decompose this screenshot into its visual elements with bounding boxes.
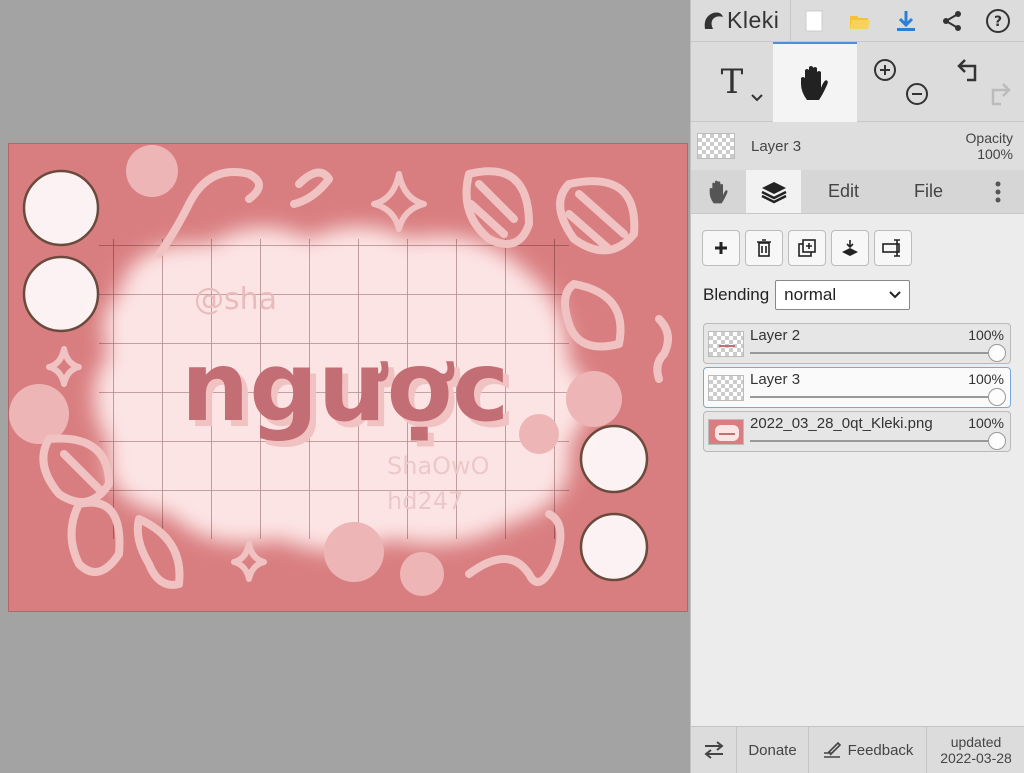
svg-text:?: ?: [994, 14, 1002, 30]
hand-icon: [801, 66, 828, 100]
artwork-canvas[interactable]: @sha ShaOwO hd247 ngược ngược: [8, 143, 688, 612]
layers-panel: Blending normal Layer 2 100% Layer 3 100…: [691, 214, 1024, 726]
updated-label: updated: [950, 734, 1002, 750]
tab-more[interactable]: [971, 170, 1024, 213]
kleki-logo[interactable]: Kleki: [691, 0, 791, 42]
rename-icon: [882, 239, 900, 257]
layer-opacity: 100%: [968, 327, 1004, 343]
new-file-icon: [805, 10, 823, 31]
layer-name: Layer 2: [750, 327, 801, 344]
open-file-button[interactable]: [837, 0, 883, 42]
undo-redo-controls: [941, 42, 1024, 122]
tab-file[interactable]: File: [886, 170, 971, 213]
zoom-icons[interactable]: [869, 52, 929, 112]
watermark-sha: @sha: [194, 282, 277, 317]
feedback-icon: [823, 741, 841, 758]
top-bar: Kleki ?: [691, 0, 1024, 42]
watermark-hd247: hd247: [387, 487, 463, 515]
swap-sides-button[interactable]: [691, 727, 737, 773]
layer-opacity-track: [750, 396, 1002, 398]
download-icon: [897, 10, 915, 31]
tab-hand[interactable]: [691, 170, 746, 213]
delete-layer-button[interactable]: [745, 230, 783, 266]
layer-thumbnail: [708, 419, 744, 445]
layer-opacity-track: [750, 440, 1002, 442]
kleki-logo-icon: [704, 12, 723, 29]
chevron-down-icon: [889, 291, 901, 299]
download-button[interactable]: [883, 0, 929, 42]
layer-thumbnail: [708, 375, 744, 401]
panel-tabs: Edit File: [691, 170, 1024, 214]
hand-tool-button[interactable]: [773, 42, 857, 122]
layer-toolbar: [702, 230, 912, 266]
donate-link[interactable]: Donate: [737, 727, 809, 773]
duplicate-icon: [798, 239, 816, 257]
blending-value: normal: [784, 285, 837, 304]
opacity-value: 100%: [977, 146, 1013, 162]
layer-list: Layer 2 100% Layer 3 100% 2022_03_28_0qt…: [703, 323, 1011, 455]
help-icon: ?: [986, 8, 1010, 33]
hand-icon: [709, 180, 728, 203]
layer-opacity-track: [750, 352, 1002, 354]
current-layer-thumbnail: [697, 133, 735, 159]
layer-name: 2022_03_28_0qt_Kleki.png: [750, 415, 933, 432]
zoom-controls: [857, 42, 941, 122]
add-layer-button[interactable]: [702, 230, 740, 266]
artwork-image: @sha ShaOwO hd247 ngược ngược: [9, 144, 687, 611]
updated-info[interactable]: updated 2022-03-28: [927, 727, 1024, 773]
layers-icon: [760, 181, 787, 203]
tab-layers[interactable]: [746, 170, 801, 213]
canvas-area[interactable]: @sha ShaOwO hd247 ngược ngược: [0, 0, 690, 773]
trash-icon: [757, 239, 771, 257]
text-tool-icon: T: [720, 62, 744, 102]
updated-date: 2022-03-28: [940, 750, 1012, 766]
zoom-in-icon: [874, 59, 896, 81]
blending-label: Blending: [703, 285, 770, 304]
chevron-down-icon[interactable]: [751, 94, 763, 102]
layer-opacity-slider[interactable]: [988, 432, 1006, 450]
watermark-shaowo: ShaOwO: [387, 452, 490, 480]
sidebar: Kleki ? T Layer 3 Opacity 100% Edit File…: [690, 0, 1024, 773]
merge-down-icon: [842, 240, 858, 256]
tab-edit[interactable]: Edit: [801, 170, 886, 213]
feedback-label: Feedback: [847, 741, 914, 759]
layer-name: Layer 3: [750, 371, 801, 388]
rename-layer-button[interactable]: [874, 230, 912, 266]
current-layer-opacity: Opacity 100%: [966, 130, 1013, 162]
current-layer-name: Layer 3: [751, 137, 802, 155]
redo-icon: [991, 83, 1011, 106]
bottom-bar: Donate Feedback updated 2022-03-28: [691, 726, 1024, 773]
layer-opacity: 100%: [968, 371, 1004, 387]
opacity-label: Opacity: [965, 130, 1013, 146]
feedback-link[interactable]: Feedback: [809, 727, 927, 773]
layer-item-background-image[interactable]: 2022_03_28_0qt_Kleki.png 100%: [703, 411, 1011, 452]
share-icon: [943, 10, 961, 31]
folder-icon: [850, 15, 870, 29]
duplicate-layer-button[interactable]: [788, 230, 826, 266]
tool-row: T: [691, 42, 1024, 122]
blending-row: Blending normal: [703, 280, 911, 310]
layer-opacity-slider[interactable]: [988, 344, 1006, 362]
undo-redo-icons[interactable]: [953, 52, 1013, 112]
blending-select[interactable]: normal: [775, 280, 911, 310]
merge-layer-button[interactable]: [831, 230, 869, 266]
undo-icon: [957, 59, 977, 82]
layer-item-layer-2[interactable]: Layer 2 100%: [703, 323, 1011, 364]
new-image-button[interactable]: [791, 0, 837, 42]
more-vertical-icon: [995, 181, 1001, 202]
plus-icon: [715, 242, 727, 254]
swap-icon: [703, 741, 724, 759]
artwork-title: ngược: [181, 331, 509, 443]
layer-opacity: 100%: [968, 415, 1004, 431]
layer-item-layer-3[interactable]: Layer 3 100%: [703, 367, 1011, 408]
zoom-out-icon: [906, 83, 928, 105]
layer-opacity-slider[interactable]: [988, 388, 1006, 406]
help-button[interactable]: ?: [975, 0, 1021, 42]
app-name: Kleki: [727, 7, 780, 33]
share-button[interactable]: [929, 0, 975, 42]
current-layer-info: Layer 3 Opacity 100%: [691, 122, 1024, 170]
text-tool-button[interactable]: T: [691, 42, 773, 122]
layer-thumbnail: [708, 331, 744, 357]
